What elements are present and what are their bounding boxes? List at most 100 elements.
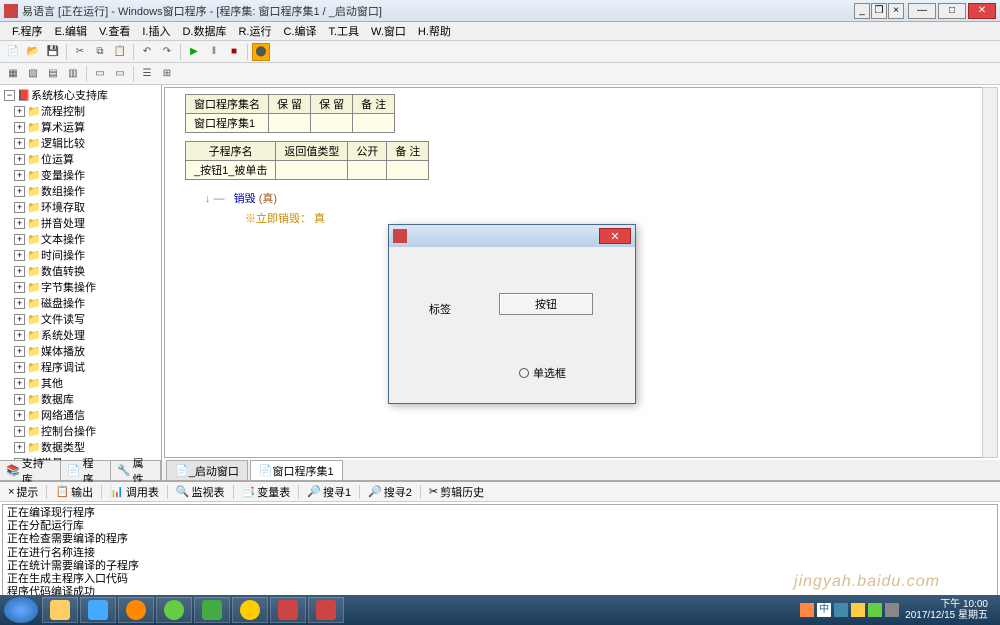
tree-item[interactable]: +📁系统处理 [2,327,159,343]
tree-item[interactable]: +📁位运算 [2,151,159,167]
vertical-scrollbar[interactable] [982,87,998,458]
mdi-minimize-button[interactable]: _ [854,3,870,19]
runtime-dialog[interactable]: ✕ 标签 按钮 单选框 [388,224,636,404]
bt-search2[interactable]: 🔎 搜寻2 [364,484,416,500]
tb-open-icon[interactable]: 📂 [24,43,42,61]
tab-programset1[interactable]: 📄 窗口程序集1 [250,460,343,480]
task-elang[interactable] [270,597,306,623]
tree-root[interactable]: −📕系统核心支持库 [2,87,159,103]
left-tab-program[interactable]: 📄 程序 [61,461,111,480]
tb-pause-icon[interactable]: ‖ [205,43,223,61]
task-wmp[interactable] [118,597,154,623]
tray-icon[interactable] [800,603,814,617]
bt-cliphistory[interactable]: ✂ 剪辑历史 [425,484,488,500]
tb-redo-icon[interactable]: ↷ [158,43,176,61]
menu-insert[interactable]: I.插入 [136,21,176,41]
tree-item[interactable]: +📁程序调试 [2,359,159,375]
menu-help[interactable]: H.帮助 [412,21,457,41]
left-tab-support[interactable]: 📚 支持库 [0,461,61,480]
system-tray[interactable]: 中 下午 10:00 2017/12/15 星期五 [800,599,996,621]
dialog-radio[interactable]: 单选框 [519,365,566,381]
task-360[interactable] [156,597,192,623]
task-ie[interactable] [80,597,116,623]
tree-item[interactable]: +📁数据类型 [2,439,159,455]
tray-icons[interactable]: 中 [800,603,899,617]
tree-item[interactable]: +📁网络通信 [2,407,159,423]
close-button[interactable]: ✕ [968,3,996,19]
tree-item[interactable]: +📁拼音处理 [2,215,159,231]
tb-stop-icon[interactable]: ■ [225,43,243,61]
maximize-button[interactable]: □ [938,3,966,19]
tree-item[interactable]: +📁字节集操作 [2,279,159,295]
toolbar-main: 📄 📂 💾 ✂ ⧉ 📋 ↶ ↷ ▶ ‖ ■ ⬤ [0,41,1000,63]
tray-volume-icon[interactable] [885,603,899,617]
bt-calltable[interactable]: 📊 调用表 [106,484,163,500]
bt-vartable[interactable]: 📑 变量表 [238,484,295,500]
tree-item[interactable]: +📁流程控制 [2,103,159,119]
tb2-8-icon[interactable]: ⊞ [158,65,176,83]
bt-tip[interactable]: × 提示 [4,484,42,500]
menu-view[interactable]: V.查看 [93,21,136,41]
left-panel: −📕系统核心支持库 +📁流程控制+📁算术运算+📁逻辑比较+📁位运算+📁变量操作+… [0,85,162,480]
menu-database[interactable]: D.数据库 [176,21,232,41]
menu-edit[interactable]: E.编辑 [49,21,93,41]
tree-item[interactable]: +📁环境存取 [2,199,159,215]
dialog-titlebar[interactable]: ✕ [389,225,635,247]
tree-item[interactable]: +📁数据库 [2,391,159,407]
tb2-3-icon[interactable]: ▤ [44,65,62,83]
tb2-1-icon[interactable]: ▦ [4,65,22,83]
dialog-close-button[interactable]: ✕ [599,228,631,244]
bt-search1[interactable]: 🔎 搜寻1 [303,484,355,500]
tb2-5-icon[interactable]: ▭ [91,65,109,83]
menu-window[interactable]: W.窗口 [365,21,412,41]
start-button[interactable] [4,597,38,623]
tree-item[interactable]: +📁数组操作 [2,183,159,199]
tab-startup-window[interactable]: 📄 _启动窗口 [166,460,248,480]
task-folder[interactable] [42,597,78,623]
output-log[interactable]: 正在编译现行程序正在分配运行库正在检查需要编译的程序正在进行名称连接正在统计需要… [2,504,998,598]
menu-run[interactable]: R.运行 [232,21,277,41]
tray-icon[interactable] [868,603,882,617]
bt-watch[interactable]: 🔍 监视表 [172,484,229,500]
dialog-button[interactable]: 按钮 [499,293,593,315]
menu-tools[interactable]: T.工具 [322,21,365,41]
tree-item[interactable]: +📁文件读写 [2,311,159,327]
support-library-tree[interactable]: −📕系统核心支持库 +📁流程控制+📁算术运算+📁逻辑比较+📁位运算+📁变量操作+… [0,85,161,460]
tb2-2-icon[interactable]: ▧ [24,65,42,83]
minimize-button[interactable]: — [908,3,936,19]
tray-icon[interactable] [851,603,865,617]
tb2-4-icon[interactable]: ▥ [64,65,82,83]
tree-item[interactable]: +📁变量操作 [2,167,159,183]
menu-compile[interactable]: C.编译 [277,21,322,41]
bt-output[interactable]: 📋 输出 [51,484,97,500]
mdi-restore-button[interactable]: ❐ [871,3,887,19]
tb-save-icon[interactable]: 💾 [44,43,62,61]
tb2-7-icon[interactable]: ☰ [138,65,156,83]
task-qqmusic[interactable] [232,597,268,623]
tree-item[interactable]: +📁控制台操作 [2,423,159,439]
tb-run-icon[interactable]: ▶ [185,43,203,61]
menu-program[interactable]: F.程序 [6,21,49,41]
task-app[interactable] [308,597,344,623]
tree-item[interactable]: +📁逻辑比较 [2,135,159,151]
tray-ime-icon[interactable]: 中 [817,603,831,617]
tree-item[interactable]: +📁时间操作 [2,247,159,263]
tree-item[interactable]: +📁文本操作 [2,231,159,247]
tree-item[interactable]: +📁磁盘操作 [2,295,159,311]
tb-cut-icon[interactable]: ✂ [71,43,89,61]
tb-misc-icon[interactable]: ⬤ [252,43,270,61]
left-tab-property[interactable]: 🔧 属性 [111,461,161,480]
toolbar-secondary: ▦ ▧ ▤ ▥ ▭ ▭ ☰ ⊞ [0,63,1000,85]
tray-icon[interactable] [834,603,848,617]
mdi-close-button[interactable]: × [888,3,904,19]
task-iqiyi[interactable] [194,597,230,623]
tree-item[interactable]: +📁算术运算 [2,119,159,135]
tree-item[interactable]: +📁其他 [2,375,159,391]
tb-undo-icon[interactable]: ↶ [138,43,156,61]
tree-item[interactable]: +📁数值转换 [2,263,159,279]
tb-paste-icon[interactable]: 📋 [111,43,129,61]
tree-item[interactable]: +📁媒体播放 [2,343,159,359]
tb-copy-icon[interactable]: ⧉ [91,43,109,61]
tb2-6-icon[interactable]: ▭ [111,65,129,83]
tb-new-icon[interactable]: 📄 [4,43,22,61]
